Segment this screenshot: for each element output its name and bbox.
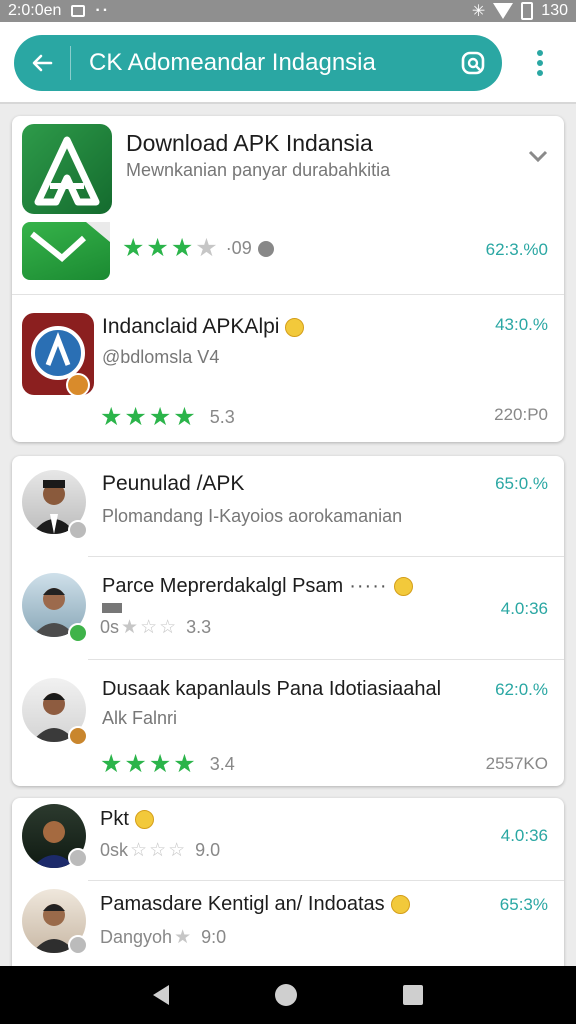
apk-logo-icon [22,124,112,214]
badge-icon [68,623,88,643]
info-icon [257,240,274,257]
search-bar[interactable]: CK Adomeandar Indagnsia [14,35,502,91]
results-card: Pkt 0sk ☆ ☆ ☆ 9.0 4.0:36 Pamasdare Kenti… [12,798,564,978]
rating-prefix: 0s [100,617,120,637]
app-size: 220:P0 [494,405,548,424]
badge-icon [68,848,88,868]
list-item-percent: 65:3% [499,895,548,914]
list-item[interactable]: Pkt 0sk ☆ ☆ ☆ 9.0 4.0:36 [12,798,564,880]
emoji-icon [390,895,410,915]
battery-level: 130 [541,2,568,19]
list-item[interactable]: Pamasdare Kentigl an/ Indoatas Dangyoh ★… [12,881,564,978]
featured-title: Download APK Indansia [126,130,373,156]
star-full-icon: ★ [170,234,194,262]
nav-recents-icon[interactable] [403,985,423,1005]
list-item[interactable]: Peunulad /APK Plomandang I-Kayoios aorok… [12,456,564,556]
featured-subtitle: Mewnkanian panyar durabahkitia [126,160,391,180]
star-full-icon: ★ [148,750,172,778]
star-empty-icon: ★ [195,234,218,262]
lens-icon[interactable] [450,40,496,86]
featured-rating: ★ ★ ★ ★ ·09 [122,236,274,261]
list-item-title: Parce Meprerdakalgl Psam ····· [102,575,413,598]
list-item-subtitle: Plomandang I-Kayoios aorokamanian [102,506,403,526]
more-options-icon[interactable] [528,46,552,80]
tag-icon [102,603,122,613]
ellipsis-icon: ····· [349,575,388,597]
star-empty-icon: ☆ [159,617,177,638]
star-full-icon: ★ [122,234,145,262]
list-item-rating: ★ ★ ★ ★ 3.4 [100,752,235,777]
app-percent: 43:0.% [495,315,548,334]
badge-icon [68,935,88,955]
list-item-rating: Dangyoh ★ 9:0 [100,927,226,948]
list-item[interactable]: Parce Meprerdakalgl Psam ····· 0s ★ ☆ ☆ 3… [12,557,564,659]
list-item-percent: 4.0:36 [500,826,548,845]
star-empty-icon: ☆ [149,840,167,861]
app-row[interactable]: Indanclaid APKAlpi @bdlomsla V4 43:0.% ★… [12,295,564,442]
star-empty-icon: ★ [121,617,139,638]
results-card: Peunulad /APK Plomandang I-Kayoios aorok… [12,456,564,786]
featured-app-row[interactable]: Download APK Indansia Mewnkanian panyar … [12,116,564,294]
star-full-icon: ★ [124,403,147,431]
app-rating-text: 5.3 [209,407,235,427]
emoji-icon [285,317,305,337]
list-item-rating-text: 3.3 [186,617,212,637]
featured-card: Download APK Indansia Mewnkanian panyar … [12,116,564,442]
status-time: 2:0:0en [8,2,62,19]
star-full-icon: ★ [173,403,196,431]
system-nav-bar [0,966,576,1024]
nav-home-icon[interactable] [275,984,297,1006]
rating-prefix: Dangyoh [100,927,173,947]
list-item-subtitle: Alk Falnri [102,708,178,728]
apk-banner-icon [22,222,110,280]
notification-icon [71,5,86,17]
star-full-icon: ★ [100,403,123,431]
list-item-rating-text: 9.0 [195,840,221,860]
status-bar: 2:0:0en ·· ✳ 130 [0,0,576,22]
badge-icon [66,373,90,397]
star-empty-icon: ☆ [130,840,148,861]
list-item-percent: 62:0.% [495,680,548,699]
more-notifications-icon: ·· [95,2,111,19]
badge-icon [68,726,88,746]
search-query[interactable]: CK Adomeandar Indagnsia [89,49,450,77]
star-empty-icon: ☆ [168,840,186,861]
back-arrow-icon[interactable] [14,35,70,91]
app-bar: CK Adomeandar Indagnsia [0,22,576,104]
featured-percent: 62:3.%0 [485,240,548,259]
list-item-rating-text: 3.4 [209,754,235,774]
list-item-rating: 0sk ☆ ☆ ☆ 9.0 [100,840,220,861]
list-item-title: Pkt [100,808,154,831]
app-subtitle: @bdlomsla V4 [102,347,220,367]
list-item-rating-text: 9:0 [201,927,227,947]
list-item-percent: 4.0:36 [500,599,548,618]
list-item-rating: 0s ★ ☆ ☆ 3.3 [100,617,211,638]
app-title: Indanclaid APKAlpi [102,315,305,339]
badge-icon [68,520,88,540]
emoji-icon [134,810,154,830]
list-item-title: Dusaak kapanlauls Pana Idotiasiaahal [102,678,442,700]
app-rating: ★ ★ ★ ★ 5.3 [100,405,235,430]
sync-icon: ✳ [471,3,486,20]
chevron-down-icon[interactable] [528,146,548,169]
emoji-icon [393,577,413,597]
featured-rating-text: ·09 [225,238,252,258]
star-empty-icon: ★ [174,927,192,948]
nav-back-icon[interactable] [153,985,169,1005]
star-full-icon: ★ [124,750,147,778]
rating-prefix: 0sk [100,840,129,860]
star-full-icon: ★ [173,750,196,778]
star-full-icon: ★ [148,403,172,431]
star-full-icon: ★ [100,750,123,778]
list-item[interactable]: Dusaak kapanlauls Pana Idotiasiaahal Alk… [12,660,564,786]
list-item-size: 2557KO [485,754,548,773]
star-full-icon: ★ [146,234,169,262]
search-divider [70,46,71,80]
wifi-icon [493,3,514,19]
list-item-title: Pamasdare Kentigl an/ Indoatas [100,893,410,916]
list-item-percent: 65:0.% [495,474,548,493]
battery-icon [521,2,534,20]
star-empty-icon: ☆ [140,617,158,638]
list-item-title: Peunulad /APK [102,472,245,495]
